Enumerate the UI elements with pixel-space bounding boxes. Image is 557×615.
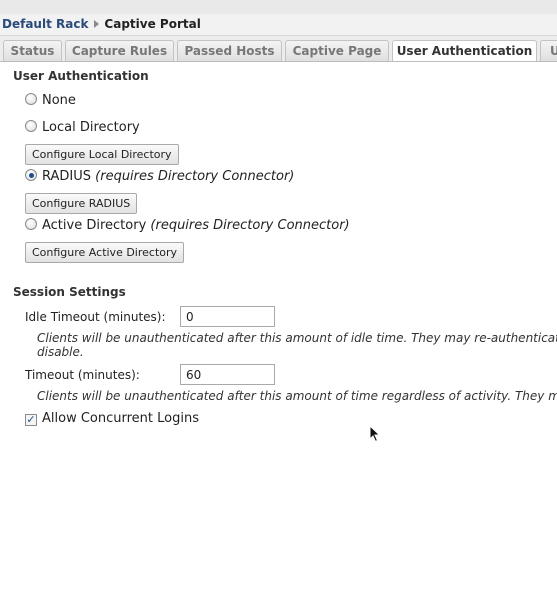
tab-passed-hosts[interactable]: Passed Hosts [177,40,282,61]
radio-none[interactable] [25,93,37,105]
breadcrumb-root-link[interactable]: Default Rack [2,17,88,31]
session-settings-title: Session Settings [13,285,126,299]
mouse-pointer-icon [369,425,381,443]
breadcrumb: Default Rack Captive Portal [0,14,557,36]
radio-local-directory[interactable] [25,120,37,132]
timeout-label: Timeout (minutes): [25,368,140,382]
radio-local-directory-label: Local Directory [42,120,140,135]
radio-local-directory-row[interactable]: Local Directory [25,120,140,136]
timeout-help: Clients will be unauthenticated after th… [37,389,557,403]
radio-active-directory-label: Active Directory [42,218,147,233]
tab-next-partial[interactable]: U [540,40,557,61]
checkmark-icon: ✓ [26,413,36,426]
tab-capture-rules[interactable]: Capture Rules [65,40,174,61]
allow-concurrent-logins-checkbox[interactable]: ✓ [25,414,37,426]
tab-bar: Status Capture Rules Passed Hosts Captiv… [0,36,557,62]
radio-active-directory-row[interactable]: Active Directory (requires Directory Con… [25,218,350,234]
idle-timeout-input[interactable] [180,306,275,327]
radio-active-directory[interactable] [25,218,37,230]
radio-radius[interactable] [25,169,37,181]
idle-timeout-label: Idle Timeout (minutes): [25,310,166,324]
user-authentication-panel: User Authentication None Local Directory… [0,62,557,615]
triangle-right-icon [94,20,100,28]
radio-radius-label: RADIUS [42,169,92,184]
tab-status[interactable]: Status [3,40,62,61]
radio-none-label: None [42,93,76,108]
user-authentication-title: User Authentication [13,69,149,83]
idle-timeout-help-line1: Clients will be unauthenticated after th… [37,331,557,345]
timeout-help-line1: Clients will be unauthenticated after th… [37,389,557,403]
allow-concurrent-logins-label: Allow Concurrent Logins [42,411,199,426]
allow-concurrent-logins-row[interactable]: ✓ Allow Concurrent Logins [25,411,199,427]
tab-captive-page[interactable]: Captive Page [285,40,389,61]
idle-timeout-help: Clients will be unauthenticated after th… [37,331,557,359]
idle-timeout-help-line2: disable. [37,345,84,359]
radio-radius-row[interactable]: RADIUS (requires Directory Connector) [25,169,294,185]
configure-local-directory-button[interactable]: Configure Local Directory [25,144,179,165]
radius-requirement-note: (requires Directory Connector) [95,169,295,184]
configure-active-directory-button[interactable]: Configure Active Directory [25,242,185,263]
tab-user-authentication[interactable]: User Authentication [392,40,537,61]
timeout-input[interactable] [180,364,275,385]
configure-radius-button[interactable]: Configure RADIUS [25,193,138,214]
radio-none-row[interactable]: None [25,93,76,109]
top-strip [0,0,557,14]
active-directory-requirement-note: (requires Directory Connector) [150,218,350,233]
breadcrumb-current: Captive Portal [104,17,201,31]
